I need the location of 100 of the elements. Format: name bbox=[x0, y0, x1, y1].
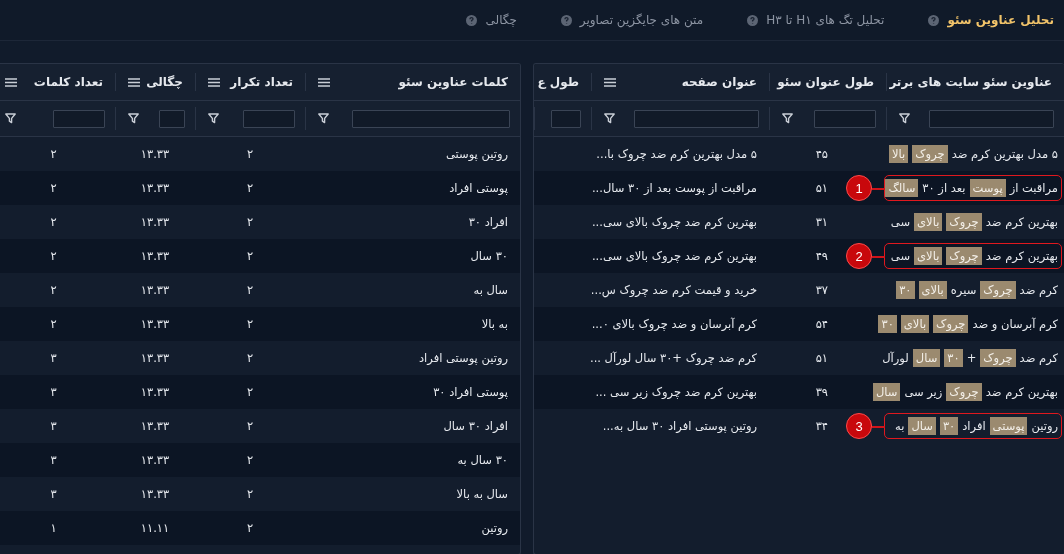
word-count-cell: ۲ bbox=[50, 249, 57, 263]
repeat-cell: ۲ bbox=[246, 419, 254, 433]
repeat-cell: ۲ bbox=[246, 487, 254, 501]
length-cell: ۳۱ bbox=[815, 215, 828, 229]
column-header[interactable]: کلمات عناوین سئو bbox=[398, 75, 508, 89]
filter-icon[interactable] bbox=[208, 113, 219, 124]
filter-field[interactable] bbox=[352, 109, 510, 128]
filter-field[interactable] bbox=[634, 109, 759, 128]
length-cell: ۳۴ bbox=[815, 419, 828, 433]
tab[interactable]: تحلیل تگ های H۱ تا H۳ bbox=[747, 9, 885, 31]
phrase-cell: پوستی افراد ۳۰ bbox=[433, 385, 508, 399]
page-title-cell: خرید و قیمت کرم ضد چروک س... bbox=[590, 283, 757, 297]
page-title-cell: بهترین کرم ضد چروک زیر سی ... bbox=[595, 385, 757, 399]
menu-icon[interactable] bbox=[5, 77, 17, 87]
help-icon bbox=[928, 14, 940, 26]
filter-field[interactable] bbox=[159, 109, 185, 128]
phrase-cell: روتین پوستی افراد bbox=[418, 351, 508, 365]
phrase-cell: سال به بالا bbox=[456, 487, 508, 501]
leader-line bbox=[872, 256, 885, 258]
word-count-cell: ۲ bbox=[50, 317, 57, 331]
repeat-cell: ۲ bbox=[246, 385, 254, 399]
page-title-cell: کرم ضد چروک +۳۰ سال لورآل ... bbox=[590, 351, 757, 365]
word-count-cell: ۲ bbox=[50, 283, 57, 297]
seo-title-cell: کرم ضد چروک + ۳۰ سال لورآل bbox=[882, 349, 1058, 367]
seo-title-cell: بهترین کرم ضد چروک بالای سی bbox=[890, 213, 1058, 231]
density-cell: ۱۳.۳۳ bbox=[140, 215, 170, 229]
repeat-cell: ۲ bbox=[246, 521, 254, 535]
repeat-cell: ۲ bbox=[246, 215, 254, 229]
column-header[interactable]: عنوان صفحه bbox=[681, 75, 757, 89]
phrase-cell: ۳۰ سال bbox=[470, 249, 508, 263]
seo-title-cell: بهترین کرم ضد چروک بالای سی bbox=[890, 247, 1058, 265]
column-header[interactable]: چگالی bbox=[146, 75, 183, 89]
phrase-cell: پوستی افراد bbox=[449, 181, 508, 195]
phrase-cell: افراد ۳۰ bbox=[468, 215, 508, 229]
column-header[interactable]: طول ع bbox=[537, 75, 579, 89]
seo-title-cell: مراقبت از پوست بعد از ۳۰ سالگ bbox=[885, 179, 1058, 197]
length-cell: ۵۴ bbox=[815, 317, 828, 331]
repeat-cell: ۲ bbox=[246, 351, 254, 365]
filter-icon[interactable] bbox=[604, 113, 615, 124]
column-header[interactable]: طول عنوان سئو bbox=[777, 75, 874, 89]
density-cell: ۱۳.۳۳ bbox=[140, 147, 170, 161]
column-header[interactable]: تعداد تکرار bbox=[230, 75, 293, 89]
repeat-cell: ۲ bbox=[246, 453, 254, 467]
filter-icon[interactable] bbox=[318, 113, 329, 124]
filter-field[interactable] bbox=[53, 109, 105, 128]
help-icon bbox=[466, 14, 478, 26]
seo-title-cell: کرم آبرسان و ضد چروک بالای ۳۰ bbox=[878, 315, 1058, 333]
density-cell: ۱۳.۳۳ bbox=[140, 317, 170, 331]
filter-field[interactable] bbox=[814, 109, 876, 128]
tab[interactable]: چگالی bbox=[466, 9, 517, 31]
menu-icon[interactable] bbox=[208, 77, 220, 87]
word-count-cell: ۳ bbox=[50, 487, 57, 501]
word-count-cell: ۱ bbox=[50, 521, 57, 535]
page-title-cell: بهترین کرم ضد چروک بالای سی... bbox=[591, 215, 757, 229]
column-header[interactable]: تعداد کلمات bbox=[33, 75, 103, 89]
word-count-cell: ۲ bbox=[50, 147, 57, 161]
phrase-cell: ۳۰ سال به bbox=[457, 453, 508, 467]
repeat-cell: ۲ bbox=[246, 283, 254, 297]
word-count-cell: ۳ bbox=[50, 385, 57, 399]
filter-icon[interactable] bbox=[899, 113, 910, 124]
filter-icon[interactable] bbox=[782, 113, 793, 124]
menu-icon[interactable] bbox=[318, 77, 330, 87]
word-count-cell: ۳ bbox=[50, 351, 57, 365]
seo-title-cell: کرم ضد چروک سیره بالای ۳۰ bbox=[896, 281, 1058, 299]
menu-icon[interactable] bbox=[604, 77, 616, 87]
word-count-cell: ۲ bbox=[50, 181, 57, 195]
seo-title-cell: روتین پوستی افراد ۳۰ سال به bbox=[895, 417, 1058, 435]
filter-field[interactable] bbox=[929, 109, 1054, 128]
menu-icon[interactable] bbox=[128, 77, 140, 87]
page-title-cell: مراقبت از پوست بعد از ۳۰ سال... bbox=[591, 181, 757, 195]
phrase-cell: روتین پوستی bbox=[445, 147, 508, 161]
callout-marker: 1 bbox=[846, 175, 872, 201]
filter-icon[interactable] bbox=[128, 113, 139, 124]
phrase-cell: به بالا bbox=[481, 317, 508, 331]
length-cell: ۴۵ bbox=[815, 147, 828, 161]
callout-marker: 2 bbox=[846, 243, 872, 269]
filter-field[interactable] bbox=[243, 109, 295, 128]
length-cell: ۳۷ bbox=[815, 283, 828, 297]
density-cell: ۱۳.۳۳ bbox=[140, 181, 170, 195]
density-cell: ۱۳.۳۳ bbox=[140, 487, 170, 501]
density-cell: ۱۳.۳۳ bbox=[140, 385, 170, 399]
repeat-cell: ۲ bbox=[246, 181, 254, 195]
repeat-cell: ۲ bbox=[246, 249, 254, 263]
length-cell: ۳۹ bbox=[815, 385, 828, 399]
length-cell: ۵۱ bbox=[815, 351, 828, 365]
filter-icon[interactable] bbox=[5, 113, 16, 124]
length-cell: ۴۹ bbox=[815, 249, 828, 263]
leader-line bbox=[872, 188, 885, 190]
column-header[interactable]: عناوین سئو سایت های برتر bbox=[889, 75, 1052, 89]
word-count-cell: ۳ bbox=[50, 453, 57, 467]
repeat-cell: ۲ bbox=[246, 317, 254, 331]
tab[interactable]: تحلیل عناوین سئو bbox=[928, 9, 1054, 31]
page-title-cell: ۵ مدل بهترین کرم ضد چروک با... bbox=[596, 147, 757, 161]
phrase-cell: سال به bbox=[473, 283, 508, 297]
tab[interactable]: متن های جایگزین تصاویر bbox=[560, 9, 704, 31]
filter-field[interactable] bbox=[551, 109, 581, 128]
callout-marker: 3 bbox=[846, 413, 872, 439]
seo-title-cell: بهترین کرم ضد چروک زیر سی سال bbox=[872, 383, 1058, 401]
word-count-cell: ۳ bbox=[50, 419, 57, 433]
help-icon bbox=[747, 14, 759, 26]
